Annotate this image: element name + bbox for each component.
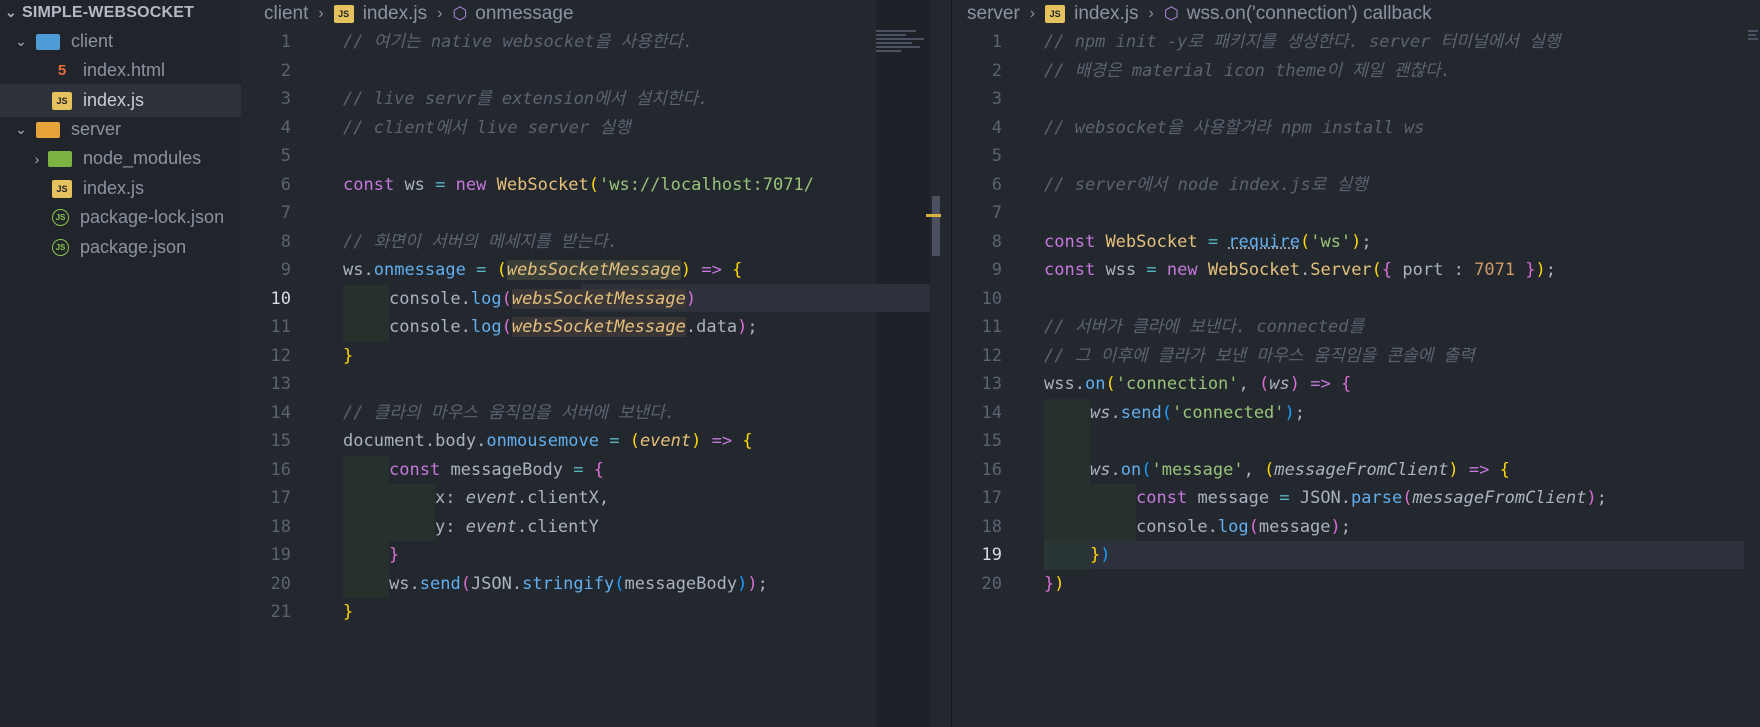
code-line: 20}) <box>981 573 1065 594</box>
code-line: 15 document.body.onmousemove = (event) =>… <box>270 431 753 451</box>
chevron-right-icon[interactable]: › <box>26 151 48 167</box>
breadcrumb-symbol[interactable]: onmessage <box>475 3 573 25</box>
code-line: 14// 클라의 마우스 움직임을 서버에 보낸다. <box>270 402 676 423</box>
breadcrumb-folder[interactable]: client <box>264 3 308 25</box>
left-scrollbar[interactable] <box>930 0 941 727</box>
code-line: 10 <box>981 288 1002 309</box>
tree-item-node-modules[interactable]: › node_modules <box>0 142 267 175</box>
code-line: 8// 화면이 서버의 메세지를 받는다. <box>280 231 618 252</box>
breadcrumb-folder[interactable]: server <box>967 3 1020 25</box>
code-line: 9 ws.onmessage = (websSocketMessage) => { <box>280 260 743 280</box>
tree-item-label: package.json <box>80 237 187 257</box>
code-line: 21} <box>270 602 354 622</box>
code-line: 15 <box>952 427 1752 456</box>
code-line: 16 const messageBody = { <box>241 455 876 484</box>
code-line: 17 x: event.clientX, <box>241 484 876 513</box>
code-line: 12// 그 이후에 클라가 보낸 마우스 움직임을 콘솔에 출력 <box>981 345 1475 366</box>
code-line: 2 <box>280 60 291 81</box>
right-minimap[interactable] <box>1748 28 1760 78</box>
code-line: 19}) <box>952 541 1752 570</box>
scrollbar-thumb[interactable] <box>932 196 940 256</box>
code-line: 5 <box>280 146 291 166</box>
code-line: 1// npm init -y로 패키지를 생성한다. server 터미널에서… <box>991 32 1561 52</box>
minimap[interactable] <box>876 28 931 68</box>
breadcrumb-separator-icon: › <box>1148 4 1154 22</box>
breadcrumb-separator-icon: › <box>318 4 324 22</box>
code-line: 1// 여기는 native websocket을 사용한다. <box>280 32 694 52</box>
code-line: 11// 서버가 클라에 보낸다. connected를 <box>981 317 1365 337</box>
code-line: 13 wss.on('connection', (ws) => { <box>981 374 1352 394</box>
left-code-area[interactable]: 1// 여기는 native websocket을 사용한다. 2 3// li… <box>241 28 1113 627</box>
left-breadcrumb: client › JS index.js › ⬡ onmessage <box>264 0 574 27</box>
code-line: 18 console.log(message); <box>952 512 1752 541</box>
folder-icon <box>36 121 60 138</box>
tree-item-label: index.js <box>83 90 145 110</box>
js-file-icon: JS <box>1045 4 1066 23</box>
code-line: 3// live servr를 extension에서 설치한다. <box>280 89 709 109</box>
folder-icon <box>36 33 60 50</box>
tree-item-label: index.js <box>83 178 145 198</box>
js-file-icon: JS <box>333 4 354 23</box>
folder-icon <box>48 150 72 167</box>
code-line: 19} <box>241 541 876 570</box>
breadcrumb-file[interactable]: index.js <box>363 3 427 25</box>
symbol-method-icon: ⬡ <box>1163 3 1179 23</box>
code-line: 20 ws.send(JSON.stringify(messageBody)); <box>241 569 876 598</box>
breadcrumb-separator-icon: › <box>437 4 443 22</box>
tree-item-label: node_modules <box>83 148 202 168</box>
code-line: 7 <box>991 203 1002 223</box>
code-line: 4// websocket을 사용할거라 npm install ws <box>991 117 1425 138</box>
code-line: 16 ws.on('message', (messageFromClient) =… <box>952 455 1752 484</box>
code-line: 7 <box>280 203 291 223</box>
breadcrumb-symbol[interactable]: wss.on('connection') callback <box>1187 3 1432 25</box>
code-line: 6// server에서 node index.js로 실행 <box>991 174 1368 195</box>
js-file-icon: JS <box>52 91 72 110</box>
code-line: 9 const wss = new WebSocket.Server({ port… <box>991 260 1557 280</box>
json-file-icon: JS <box>52 239 69 256</box>
json-file-icon: JS <box>52 209 69 226</box>
right-code-area[interactable]: 1// npm init -y로 패키지를 생성한다. server 터미널에서… <box>952 28 1752 598</box>
chevron-down-icon[interactable]: ⌄ <box>10 33 32 50</box>
html-file-icon: 5 <box>57 62 67 79</box>
js-file-icon: JS <box>52 179 72 198</box>
tree-item-label: package-lock.json <box>80 207 225 227</box>
code-line: 2// 배경은 material icon theme이 제일 괜찮다. <box>991 60 1451 81</box>
symbol-method-icon: ⬡ <box>452 3 468 23</box>
tree-item-label: client <box>71 31 114 51</box>
code-line: 4// client에서 live server 실행 <box>280 117 631 138</box>
chevron-down-icon[interactable]: ⌄ <box>10 121 32 138</box>
code-line: 12} <box>270 345 354 366</box>
tree-item-label: server <box>71 119 122 139</box>
code-line: 14 ws.send('connected'); <box>952 398 1752 427</box>
code-line: 10 console.log(websSocketMessage) <box>241 284 876 313</box>
breadcrumb-file[interactable]: index.js <box>1074 3 1138 25</box>
code-line: 13 <box>270 374 291 394</box>
code-line: 6 const ws = new WebSocket('ws://localhos… <box>280 174 814 195</box>
explorer-sidebar: ⌄ SIMPLE-WEBSOCKET ⌄ client 5 index.html… <box>0 0 293 727</box>
chevron-down-icon[interactable]: ⌄ <box>0 4 22 21</box>
explorer-root-label: SIMPLE-WEBSOCKET <box>22 3 195 21</box>
code-line: 17 const message = JSON.parse(messageFrom… <box>952 484 1752 513</box>
code-line: 5 <box>991 146 1002 166</box>
code-line: 8 const WebSocket = require('ws'); <box>991 231 1372 252</box>
code-line: 18 y: event.clientY <box>241 512 876 541</box>
code-line: 3 <box>991 89 1002 109</box>
right-breadcrumb: server › JS index.js › ⬡ wss.on('connect… <box>967 0 1432 27</box>
tree-item-label: index.html <box>83 60 166 80</box>
code-line: 11 console.log(websSocketMessage.data); <box>241 313 876 342</box>
breadcrumb-separator-icon: › <box>1029 4 1036 22</box>
